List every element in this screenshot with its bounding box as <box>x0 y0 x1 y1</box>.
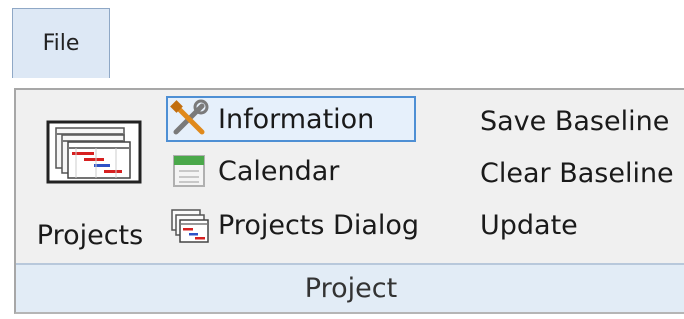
ribbon-panel: Projects Information Calendar Projects D… <box>14 88 684 314</box>
clear-baseline-button[interactable]: Clear Baseline <box>480 150 674 196</box>
tools-icon <box>170 99 209 135</box>
clear-baseline-label: Clear Baseline <box>480 157 674 189</box>
save-baseline-button[interactable]: Save Baseline <box>480 98 669 144</box>
projects-dialog-button-label: Projects Dialog <box>218 209 420 241</box>
gantt-chart-icon <box>171 209 209 243</box>
information-button-label: Information <box>218 103 375 135</box>
save-baseline-label: Save Baseline <box>480 105 670 137</box>
update-button[interactable]: Update <box>480 202 578 248</box>
file-tab[interactable]: File <box>12 8 110 78</box>
information-button[interactable]: Information <box>166 96 416 142</box>
projects-button[interactable]: Projects <box>20 94 160 258</box>
projects-dialog-button[interactable]: Projects Dialog <box>168 202 448 248</box>
group-label-bar: Project <box>16 263 684 312</box>
projects-button-label: Projects <box>36 220 144 251</box>
file-tab-label: File <box>42 31 80 56</box>
update-button-label: Update <box>480 209 578 241</box>
gantt-chart-icon <box>46 120 142 184</box>
calendar-icon <box>173 155 205 187</box>
group-label: Project <box>304 273 398 304</box>
calendar-button[interactable]: Calendar <box>168 148 418 194</box>
calendar-button-label: Calendar <box>218 155 340 187</box>
